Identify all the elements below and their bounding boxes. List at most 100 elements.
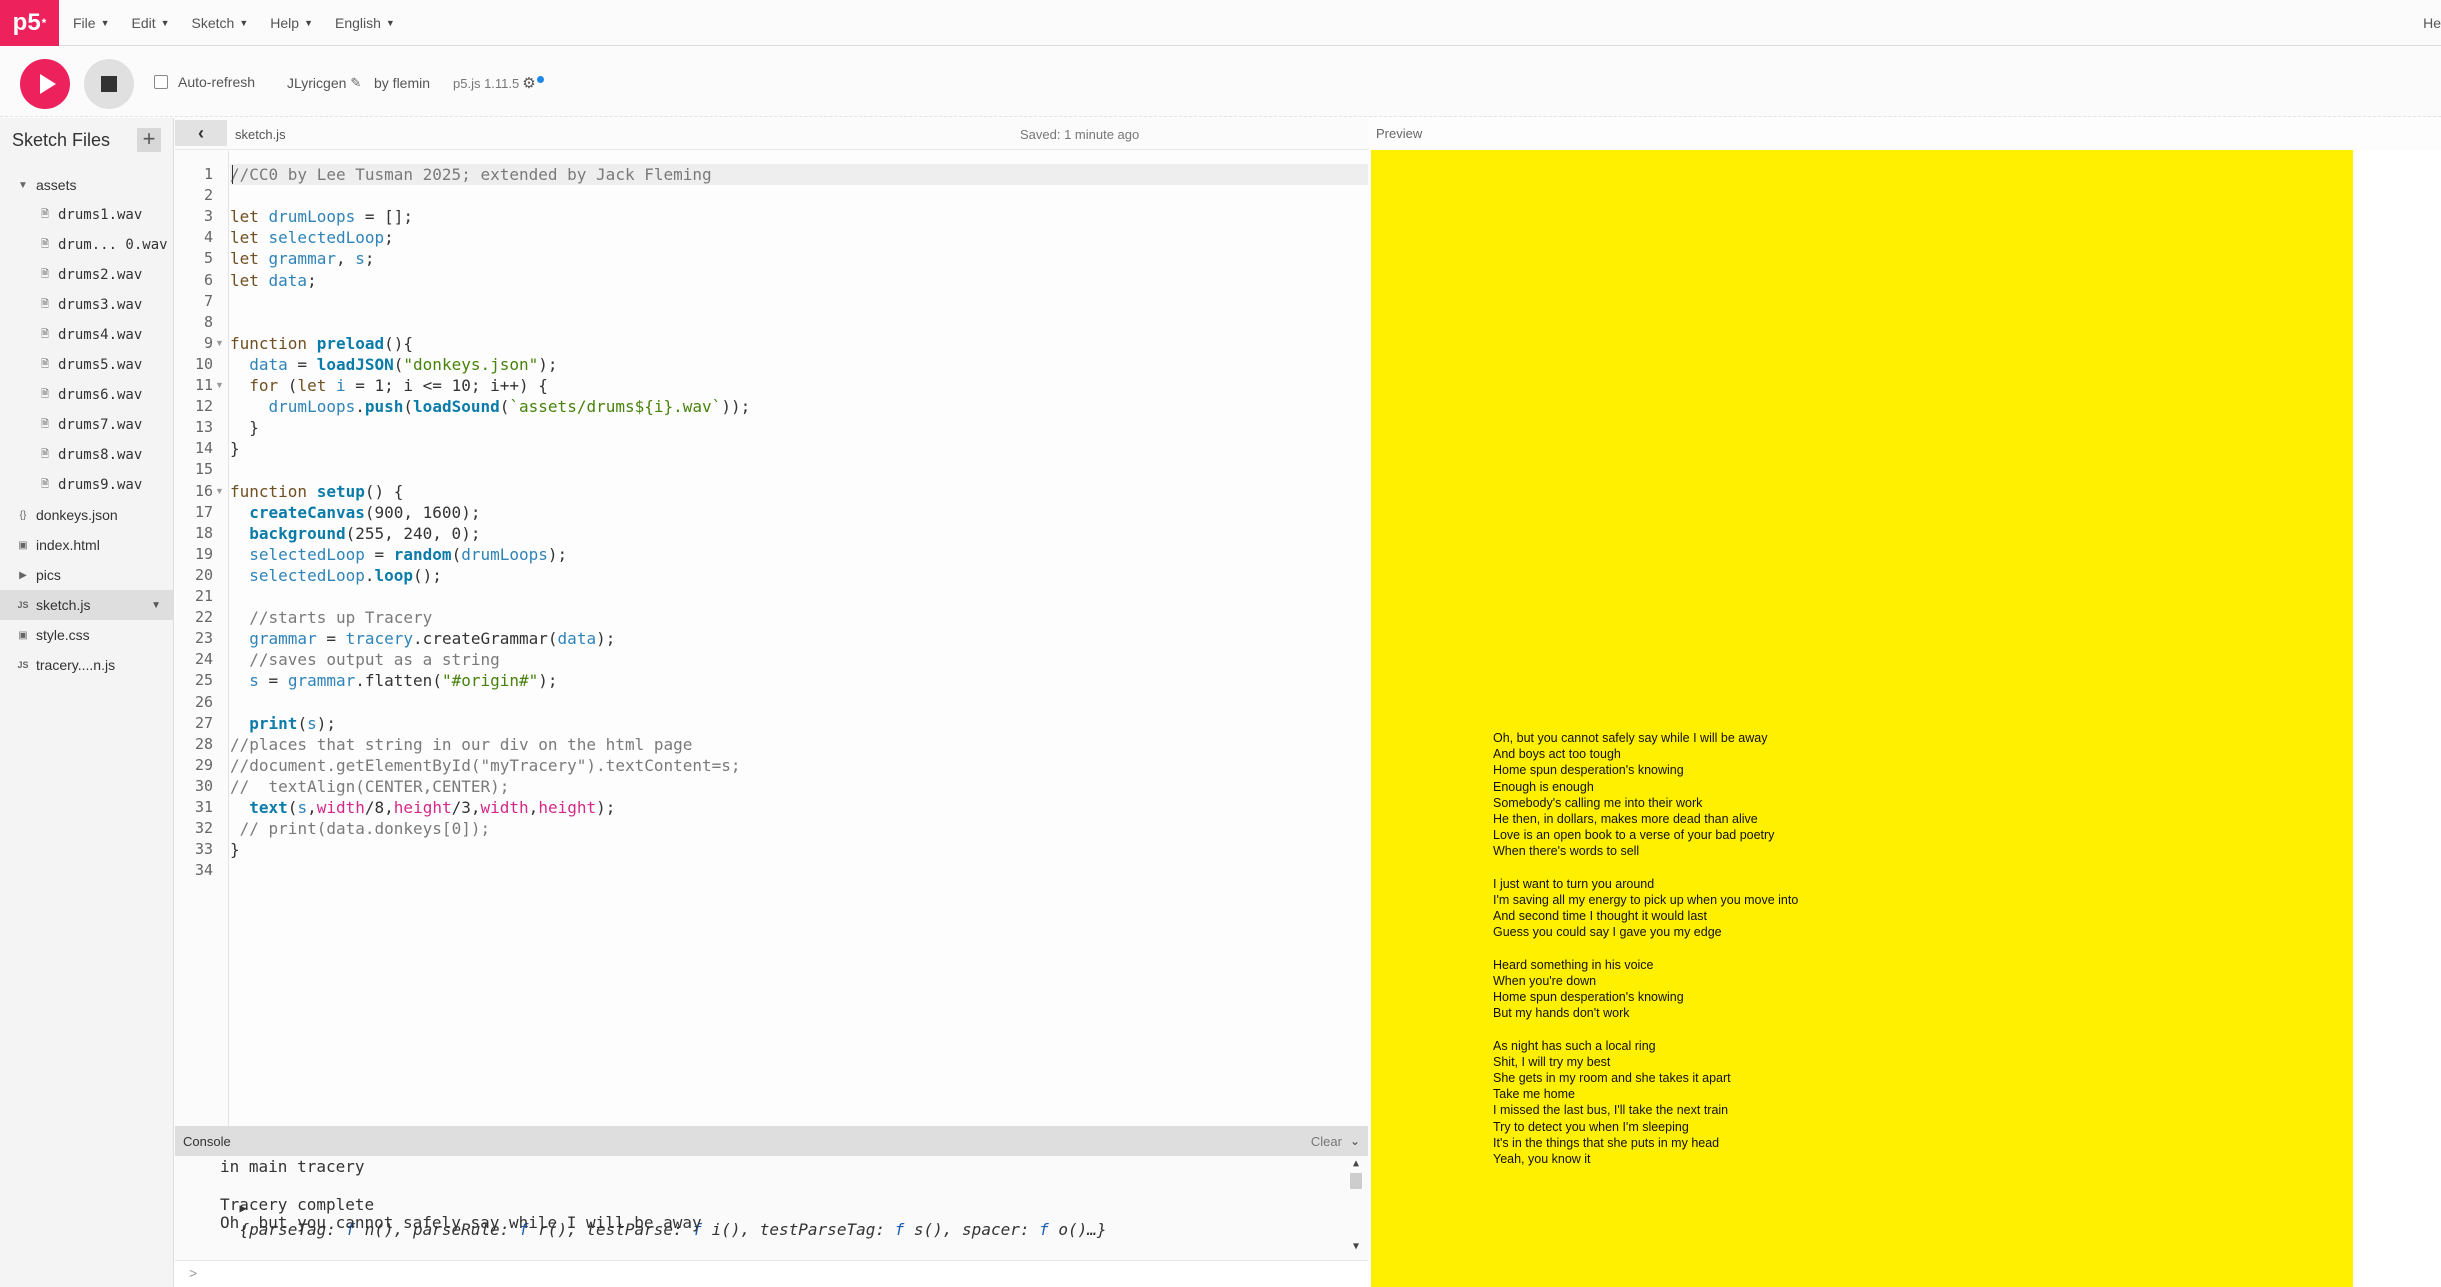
line-number: 14 — [194, 439, 213, 458]
code-token: . — [355, 397, 365, 417]
file-item[interactable]: ▣ style.css — [0, 620, 173, 650]
file-item[interactable]: 🗎 drums2.wav — [0, 260, 173, 290]
code-editor[interactable]: 1 2 3 4 5 6 7 8 9 ▼ 10 11 ▼ 12 13 14 15 16 ▼ 17 18 19 20 21 22 23… — [175, 151, 1368, 1126]
auto-refresh-checkbox[interactable] — [154, 75, 168, 89]
play-button[interactable] — [20, 59, 70, 109]
code-line[interactable] — [230, 185, 1368, 206]
file-item[interactable]: 🗎 drum... 0.wav — [0, 230, 173, 260]
code-line[interactable]: for (let i = 1; i <= 10; i++) { — [230, 375, 1368, 396]
file-item[interactable]: 🗎 drums7.wav — [0, 410, 173, 440]
file-item[interactable]: 🗎 drums4.wav — [0, 320, 173, 350]
console-scrollbar[interactable]: ▲ ▼ — [1350, 1158, 1362, 1258]
code-token: random — [393, 544, 452, 564]
code-token: , — [528, 798, 539, 817]
pencil-icon[interactable]: ✎ — [350, 75, 361, 91]
code-line[interactable]: s = grammar.flatten("#origin#"); — [230, 670, 1368, 691]
menu-language[interactable]: English ▼ — [335, 15, 395, 31]
menu-file[interactable]: File ▼ — [73, 15, 109, 31]
sketch-name[interactable]: JLyricgen ✎ — [287, 75, 361, 91]
code-line[interactable]: text(s,width/8,height/3,width,height); — [230, 797, 1368, 818]
lyric-line — [1493, 860, 1798, 876]
menu-edit[interactable]: Edit ▼ — [131, 15, 169, 31]
code-line[interactable]: let selectedLoop; — [230, 227, 1368, 248]
code-line[interactable] — [230, 459, 1368, 480]
code-line[interactable] — [230, 312, 1368, 333]
file-item[interactable]: JS tracery....n.js — [0, 650, 173, 680]
scroll-down-icon[interactable]: ▼ — [1350, 1241, 1362, 1252]
p5-logo[interactable]: p5 * — [0, 0, 59, 46]
gear-icon[interactable]: ⚙ — [522, 74, 535, 92]
file-item[interactable]: ▼ assets — [0, 170, 173, 200]
scroll-thumb[interactable] — [1350, 1173, 1362, 1189]
tab-sketch-js[interactable]: sketch.js — [235, 127, 286, 142]
code-line[interactable] — [230, 692, 1368, 713]
code-token: = — [258, 671, 288, 691]
code-line[interactable]: selectedLoop = random(drumLoops); — [230, 544, 1368, 565]
file-item[interactable]: {} donkeys.json — [0, 500, 173, 530]
code-line[interactable]: let grammar, s; — [230, 248, 1368, 269]
lyric-line: It's in the things that she puts in my h… — [1493, 1135, 1720, 1150]
collapse-sidebar-button[interactable]: ‹ — [175, 120, 227, 146]
console-input[interactable]: > — [175, 1260, 1368, 1287]
code-line[interactable]: //saves output as a string — [230, 649, 1368, 670]
file-item[interactable]: 🗎 drums5.wav — [0, 350, 173, 380]
file-item[interactable]: 🗎 drums6.wav — [0, 380, 173, 410]
code-token: (); — [413, 565, 442, 585]
code-line[interactable]: grammar = tracery.createGrammar(data); — [230, 628, 1368, 649]
code-token: s — [355, 249, 365, 269]
file-item[interactable]: 🗎 drums3.wav — [0, 290, 173, 320]
code-token: width — [480, 798, 529, 817]
code-area[interactable]: //CC0 by Lee Tusman 2025; extended by Ja… — [230, 151, 1368, 1126]
code-line[interactable]: //places that string in our div on the h… — [230, 734, 1368, 755]
code-line[interactable]: } — [230, 438, 1368, 459]
code-line[interactable]: } — [230, 417, 1368, 438]
code-line[interactable]: let drumLoops = []; — [230, 206, 1368, 227]
code-line[interactable]: //starts up Tracery — [230, 607, 1368, 628]
file-item[interactable]: ▣ index.html — [0, 530, 173, 560]
code-line[interactable]: function setup() { — [230, 481, 1368, 502]
code-line[interactable]: data = loadJSON("donkeys.json"); — [230, 354, 1368, 375]
preview-frame[interactable]: Oh, but you cannot safely say while I wi… — [1371, 150, 2441, 1287]
file-item[interactable]: 🗎 drums8.wav — [0, 440, 173, 470]
nav-right-link[interactable]: He — [2423, 15, 2441, 31]
file-options-icon[interactable]: ▼ — [151, 600, 161, 611]
fold-arrow-icon[interactable]: ▼ — [215, 333, 224, 354]
code-line[interactable]: //document.getElementById("myTracery").t… — [230, 755, 1368, 776]
code-line[interactable] — [230, 860, 1368, 881]
scroll-up-icon[interactable]: ▲ — [1350, 1158, 1362, 1169]
lyric-line: Shit, I will try my best — [1493, 1054, 1611, 1069]
code-line[interactable]: createCanvas(900, 1600); — [230, 502, 1368, 523]
code-line[interactable]: //CC0 by Lee Tusman 2025; extended by Ja… — [230, 164, 1368, 185]
file-item[interactable]: JS sketch.js ▼ — [0, 590, 173, 620]
code-line[interactable] — [230, 291, 1368, 312]
chevron-down-icon[interactable]: ⌄ — [1350, 1134, 1360, 1148]
code-line[interactable]: selectedLoop.loop(); — [230, 565, 1368, 586]
code-line[interactable]: print(s); — [230, 713, 1368, 734]
code-line[interactable]: // textAlign(CENTER,CENTER); — [230, 776, 1368, 797]
file-item[interactable]: 🗎 drums1.wav — [0, 200, 173, 230]
console-object-value: s() — [913, 1220, 943, 1239]
code-line[interactable]: background(255, 240, 0); — [230, 523, 1368, 544]
sketch-canvas[interactable]: Oh, but you cannot safely say while I wi… — [1371, 150, 2353, 1287]
console-clear-button[interactable]: Clear ⌄ — [1311, 1134, 1360, 1149]
lyric-line: Somebody's calling me into their work — [1493, 795, 1703, 810]
menu-sketch[interactable]: Sketch ▼ — [192, 15, 249, 31]
code-line[interactable]: drumLoops.push(loadSound(`assets/drums${… — [230, 396, 1368, 417]
menu-help[interactable]: Help ▼ — [270, 15, 313, 31]
code-line[interactable] — [230, 586, 1368, 607]
sketch-author[interactable]: by flemin — [374, 75, 430, 91]
fold-arrow-icon[interactable]: ▼ — [215, 375, 224, 396]
stop-button[interactable] — [84, 59, 134, 109]
code-line[interactable]: let data; — [230, 270, 1368, 291]
auto-refresh-toggle[interactable]: Auto-refresh — [154, 74, 255, 90]
file-item[interactable]: ▶ pics — [0, 560, 173, 590]
fold-arrow-icon[interactable]: ▼ — [215, 481, 224, 502]
code-line[interactable]: // print(data.donkeys[0]); — [230, 818, 1368, 839]
file-item[interactable]: 🗎 drums9.wav — [0, 470, 173, 500]
version-info[interactable]: p5.js 1.11.5 ⚙ — [453, 74, 544, 92]
add-file-button[interactable]: + — [137, 128, 161, 152]
code-line[interactable]: function preload(){ — [230, 333, 1368, 354]
code-line[interactable]: } — [230, 839, 1368, 860]
